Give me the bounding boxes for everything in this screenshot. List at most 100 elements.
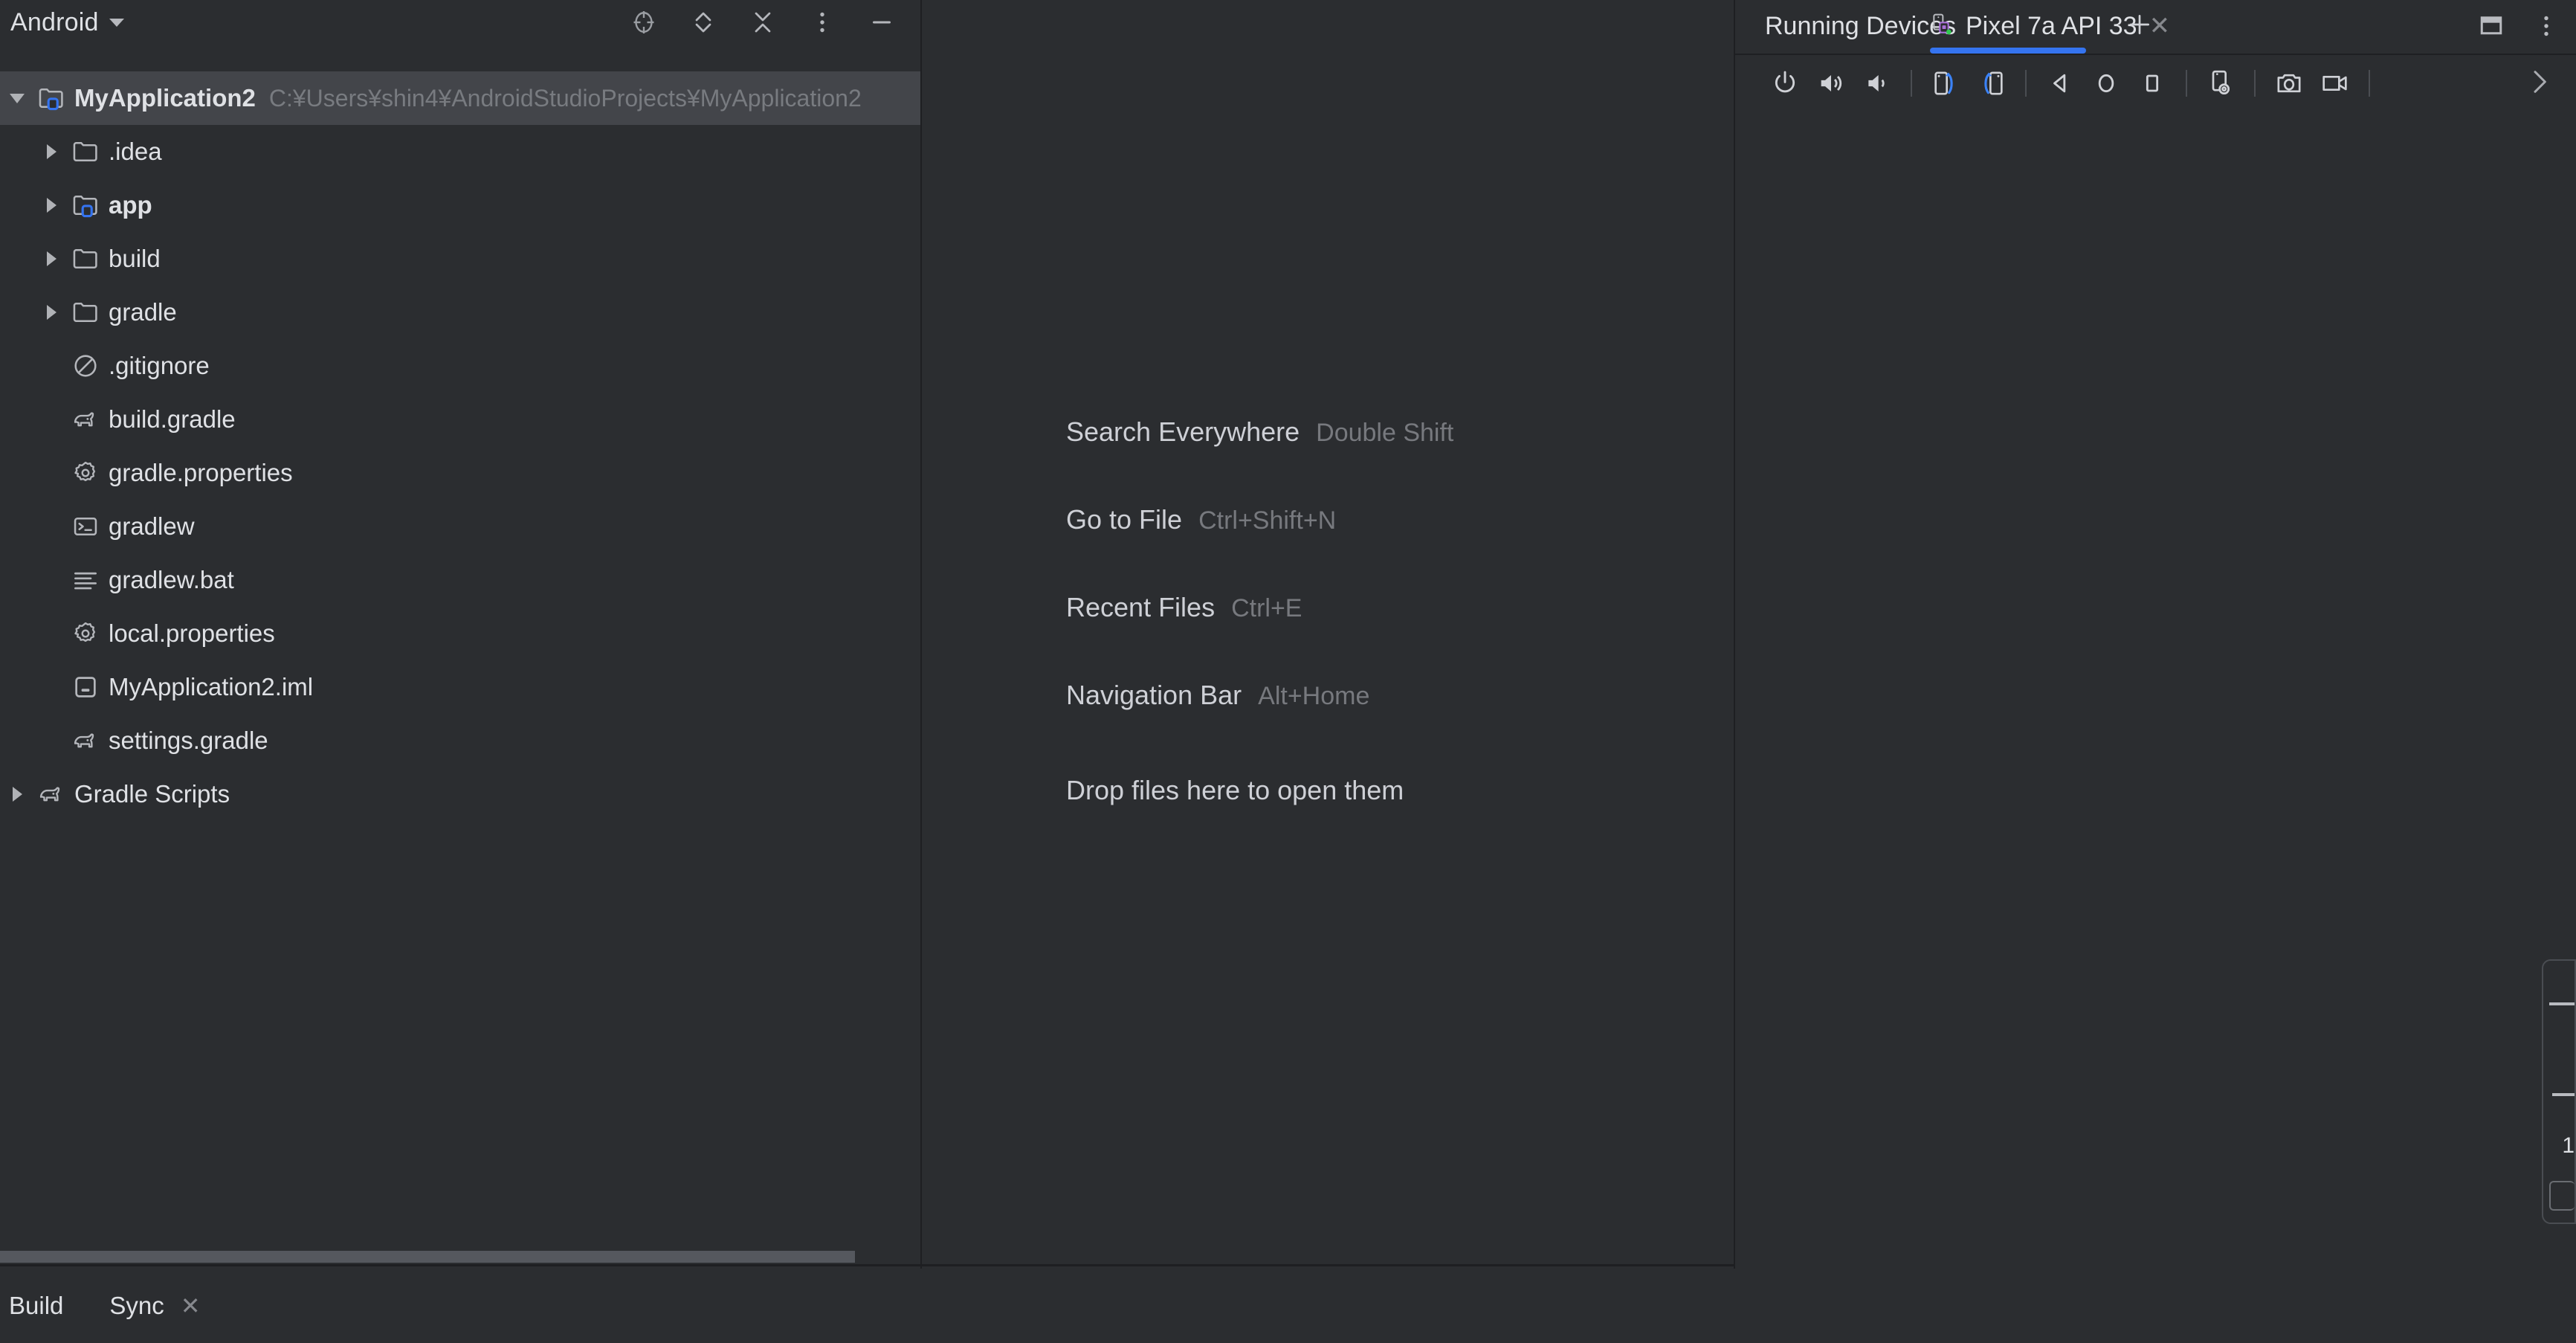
chevron-right-icon[interactable] — [0, 787, 34, 802]
tree-item-label: gradle.properties — [109, 459, 293, 486]
tree-row-gitignore[interactable]: .gitignore — [0, 339, 920, 393]
iml-module-icon — [68, 673, 103, 701]
minimize-icon[interactable] — [867, 7, 897, 37]
cutoff-side-popup[interactable]: 1 — [2542, 959, 2576, 1224]
tree-item-path: C:¥Users¥shin4¥AndroidStudioProjects¥MyA… — [268, 84, 862, 112]
project-header-actions — [629, 0, 897, 45]
active-tab-indicator — [1930, 48, 2086, 54]
device-settings-icon[interactable] — [2198, 60, 2244, 106]
bottom-tab-sync[interactable]: Sync — [109, 1292, 164, 1320]
toolbar-separator — [2186, 70, 2187, 97]
plus-icon — [2125, 10, 2154, 43]
rotate-left-icon[interactable] — [1923, 60, 1969, 106]
back-icon[interactable] — [2037, 60, 2083, 106]
popup-input-box[interactable] — [2549, 1181, 2575, 1211]
drop-files-hint: Drop files here to open them — [1066, 775, 1404, 805]
chevron-down-icon — [109, 18, 124, 27]
shortcut-name: Navigation Bar — [1066, 680, 1242, 710]
emulator-control-toolbar — [1735, 55, 2576, 112]
android-module-folder-icon — [68, 191, 103, 219]
tree-item-label: local.properties — [109, 619, 275, 647]
chevron-right-icon[interactable] — [34, 305, 68, 320]
folder-icon — [68, 245, 103, 273]
tree-row-myapplication2[interactable]: MyApplication2 C:¥Users¥shin4¥AndroidStud… — [0, 71, 958, 125]
tree-row-gradle[interactable]: gradle — [0, 286, 920, 339]
devices-header-right-actions — [2476, 0, 2561, 52]
properties-gear-icon — [68, 459, 103, 487]
tree-row-settings-gradle[interactable]: settings.gradle — [0, 714, 920, 767]
project-view-selector[interactable]: Android — [10, 8, 124, 37]
tree-item-label: app — [109, 191, 152, 219]
shortcut-keybinding: Alt+Home — [1258, 682, 1370, 710]
window-layout-icon[interactable] — [2476, 11, 2506, 41]
project-tree-horizontal-scrollbar[interactable] — [0, 1251, 855, 1263]
android-module-folder-icon — [34, 84, 68, 112]
record-video-icon[interactable] — [2312, 60, 2358, 106]
toolbar-separator — [1911, 70, 1912, 97]
close-icon[interactable]: ✕ — [181, 1292, 201, 1320]
project-panel-title: Android — [10, 7, 99, 36]
rotate-right-icon[interactable] — [1969, 60, 2015, 106]
tree-item-label: MyApplication2 — [74, 84, 256, 112]
screenshot-camera-icon[interactable] — [2266, 60, 2312, 106]
tree-item-label: build — [109, 245, 161, 272]
toolbar-overflow-button[interactable] — [2524, 55, 2554, 112]
gradle-elephant-icon — [68, 727, 103, 755]
tree-row-myapplication2-iml[interactable]: MyApplication2.iml — [0, 660, 920, 714]
overview-icon[interactable] — [2129, 60, 2175, 106]
chevron-down-icon[interactable] — [0, 93, 34, 103]
running-devices-title: Running Devices — [1765, 11, 1957, 40]
expand-all-icon[interactable] — [688, 7, 718, 37]
gradle-elephant-icon — [34, 780, 68, 808]
power-icon[interactable] — [1762, 60, 1808, 106]
tree-row-app[interactable]: app — [0, 178, 920, 232]
tree-item-label: .gitignore — [109, 352, 210, 379]
text-lines-icon — [68, 566, 103, 594]
bottom-tool-window-bar: Build Sync ✕ — [0, 1269, 1735, 1343]
running-devices-header: Running Devices Pixel 7a API 33 ✕ — [1735, 0, 2576, 54]
add-device-tab-button[interactable] — [2125, 0, 2154, 52]
terminal-script-icon — [68, 512, 103, 541]
tree-row-local-properties[interactable]: local.properties — [0, 607, 920, 660]
collapse-all-icon[interactable] — [748, 7, 778, 37]
tree-row-build-gradle[interactable]: build.gradle — [0, 393, 920, 446]
more-options-icon[interactable] — [807, 7, 837, 37]
shortcut-go-to-file[interactable]: Go to File Ctrl+Shift+N — [1066, 504, 1453, 592]
tree-item-label: settings.gradle — [109, 727, 268, 754]
bottom-tab-build[interactable]: Build — [9, 1292, 63, 1320]
tree-item-label: Gradle Scripts — [74, 780, 230, 808]
popup-glyph: 1 — [2562, 1133, 2575, 1158]
more-options-icon[interactable] — [2531, 11, 2561, 41]
folder-icon — [68, 138, 103, 166]
volume-down-icon[interactable] — [1854, 60, 1900, 106]
shortcut-recent-files[interactable]: Recent Files Ctrl+E — [1066, 592, 1453, 680]
tree-row-idea[interactable]: .idea — [0, 125, 920, 178]
locate-target-icon[interactable] — [629, 7, 659, 37]
tree-row-gradle-properties[interactable]: gradle.properties — [0, 446, 920, 500]
project-file-tree[interactable]: MyApplication2 C:¥Users¥shin4¥AndroidStud… — [0, 71, 958, 821]
editor-shortcut-hints: Search Everywhere Double Shift Go to File C… — [1066, 416, 1453, 806]
running-devices-tool-window: Running Devices Pixel 7a API 33 ✕ 1 — [1735, 0, 2576, 1343]
tree-item-label: .idea — [109, 138, 162, 165]
shortcut-name: Recent Files — [1066, 592, 1216, 622]
shortcut-keybinding: Double Shift — [1316, 419, 1454, 447]
tree-row-gradlew[interactable]: gradlew — [0, 500, 920, 553]
popup-line — [2549, 1002, 2575, 1005]
home-icon[interactable] — [2083, 60, 2129, 106]
chevron-right-icon[interactable] — [34, 251, 68, 266]
tree-item-label: gradlew.bat — [109, 566, 234, 593]
chevron-right-icon[interactable] — [34, 198, 68, 213]
editor-empty-state: Search Everywhere Double Shift Go to File C… — [922, 0, 1735, 1269]
chevron-right-icon — [2524, 67, 2554, 100]
tree-item-label: gradle — [109, 298, 177, 326]
chevron-right-icon[interactable] — [34, 144, 68, 159]
tree-row-gradle-scripts[interactable]: Gradle Scripts — [0, 767, 920, 821]
volume-up-icon[interactable] — [1808, 60, 1854, 106]
shortcut-navigation-bar[interactable]: Navigation Bar Alt+Home — [1066, 680, 1453, 767]
tree-row-gradlew-bat[interactable]: gradlew.bat — [0, 553, 920, 607]
running-device-icon — [1930, 13, 1954, 40]
shortcut-search-everywhere[interactable]: Search Everywhere Double Shift — [1066, 416, 1453, 504]
gitignore-icon — [68, 352, 103, 380]
toolbar-separator — [2369, 70, 2370, 97]
tree-row-build[interactable]: build — [0, 232, 920, 286]
